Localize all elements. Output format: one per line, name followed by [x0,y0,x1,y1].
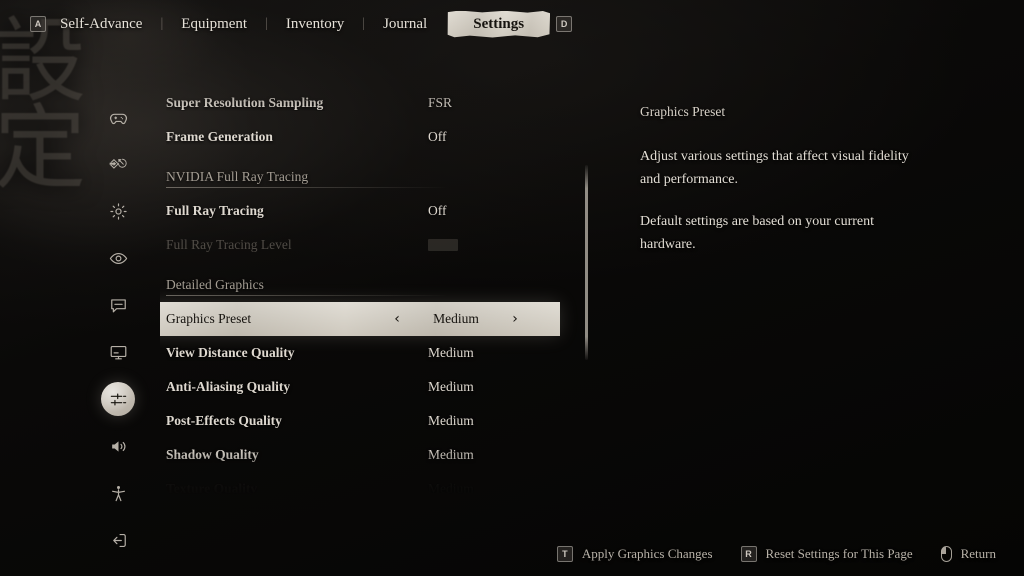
tab-journal[interactable]: Journal [369,12,441,37]
rail-item-accessibility[interactable] [101,476,135,510]
settings-list-scrollbar[interactable] [585,165,588,360]
monitor-icon [109,343,128,362]
setting-label: Full Ray Tracing Level [166,237,292,252]
setting-row-shadow-quality[interactable]: Shadow Quality Medium [160,438,580,472]
tab-separator: | [362,16,366,31]
setting-row-anti-aliasing-quality[interactable]: Anti-Aliasing Quality Medium [160,370,580,404]
rail-item-eye[interactable] [101,241,135,275]
tab-equipment[interactable]: Equipment [167,12,261,37]
section-divider [166,187,451,188]
hint-label: Reset Settings for This Page [765,546,913,561]
key-hint-d: D [556,16,573,32]
setting-row-frame-generation[interactable]: Frame Generation Off [160,120,580,154]
setting-row-view-distance-quality[interactable]: View Distance Quality Medium [160,336,580,370]
setting-value: Off [428,203,447,218]
gear-icon [109,202,128,221]
setting-value: Medium [428,447,474,462]
setting-value: Medium [433,311,479,326]
exit-icon [109,531,128,550]
hint-label: Apply Graphics Changes [581,546,713,561]
description-title: Graphics Preset [640,104,726,119]
setting-row-post-effects-quality[interactable]: Post-Effects Quality Medium [160,404,580,438]
setting-label: Shadow Quality [166,447,259,462]
keyboard-mouse-icon: ⎆⎋ [109,157,127,170]
tab-self-advance[interactable]: Self-Advance [46,12,156,37]
mouse-icon [940,546,952,562]
gamepad-icon [109,108,128,127]
rail-item-gamepad[interactable] [101,100,135,134]
setting-value: FSR [428,95,453,110]
rail-item-exit[interactable] [101,523,135,557]
description-paragraph: Default settings are based on your curre… [640,214,875,253]
chevron-right-icon[interactable]: › [504,312,526,326]
setting-row-super-resolution-sampling[interactable]: Super Resolution Sampling FSR [160,86,580,120]
tab-separator: | [160,16,164,31]
hint-label: Return [960,546,996,561]
eye-icon [109,249,128,268]
section-label: Detailed Graphics [166,277,264,292]
setting-row-graphics-preset[interactable]: Graphics Preset ‹ Medium › [146,302,560,336]
setting-row-full-ray-tracing-level: Full Ray Tracing Level [160,228,580,262]
accessibility-icon [109,484,128,503]
setting-value: Medium [428,345,474,360]
description-paragraph: Adjust various settings that affect visu… [640,149,909,187]
rail-item-graphics[interactable] [101,382,135,416]
rail-item-subtitles[interactable] [101,288,135,322]
key-hint-r: R [740,546,757,562]
settings-category-rail: ⎆⎋ [98,100,138,557]
setting-value-placeholder [428,239,458,251]
setting-value: Medium [428,379,474,394]
section-divider [166,295,451,296]
setting-value: Medium [428,481,474,496]
game-settings-screen: 設 定 A Self-Advance | Equipment | Invento… [0,0,1024,576]
setting-label: Full Ray Tracing [166,203,264,218]
setting-value: Medium [428,413,474,428]
hint-reset-settings[interactable]: R Reset Settings for This Page [740,546,913,562]
section-header-detailed-graphics: Detailed Graphics [160,268,580,302]
setting-value: Off [428,129,447,144]
speech-bubble-icon [109,296,128,315]
key-hint-a: A [30,16,46,32]
setting-label: Graphics Preset [166,311,252,326]
hint-return[interactable]: Return [940,546,996,562]
section-header-nvidia-full-ray-tracing: NVIDIA Full Ray Tracing [160,160,580,194]
rail-item-keyboard-mouse[interactable]: ⎆⎋ [101,147,135,181]
speaker-icon [109,437,128,456]
setting-label: Super Resolution Sampling [166,95,324,110]
tab-separator: | [265,16,268,31]
tab-inventory[interactable]: Inventory [272,12,358,37]
rail-item-audio[interactable] [101,429,135,463]
setting-label: Texture Quality [166,481,258,496]
sliders-icon [109,390,128,409]
top-tab-bar: A Self-Advance | Equipment | Inventory |… [0,0,1024,48]
setting-label: View Distance Quality [166,345,295,360]
tab-settings[interactable]: Settings [448,11,550,38]
settings-options-list: Super Resolution Sampling FSR Frame Gene… [160,86,580,496]
hint-apply-graphics-changes[interactable]: T Apply Graphics Changes [556,546,713,562]
setting-label: Anti-Aliasing Quality [166,379,291,394]
section-label: NVIDIA Full Ray Tracing [166,169,309,184]
setting-label: Post-Effects Quality [166,413,282,428]
rail-item-display[interactable] [101,335,135,369]
setting-row-full-ray-tracing[interactable]: Full Ray Tracing Off [160,194,580,228]
key-hint-t: T [556,546,573,562]
setting-row-texture-quality[interactable]: Texture Quality Medium [160,472,580,506]
chevron-left-icon[interactable]: ‹ [386,312,408,326]
setting-description-panel: Graphics Preset Adjust various settings … [640,104,912,277]
rail-item-gear[interactable] [101,194,135,228]
bottom-hint-bar: T Apply Graphics Changes R Reset Setting… [556,546,996,562]
setting-label: Frame Generation [166,129,273,144]
